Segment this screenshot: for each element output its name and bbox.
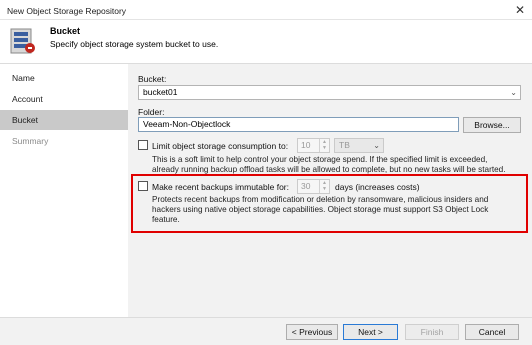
previous-button[interactable]: < Previous — [286, 324, 338, 340]
chevron-down-icon: ⌄ — [373, 141, 380, 150]
folder-label: Folder: — [138, 107, 165, 117]
folder-input[interactable]: Veeam-Non-Objectlock — [138, 117, 459, 132]
bucket-dropdown[interactable]: bucket01 ⌄ — [138, 85, 521, 100]
wizard-header: Bucket Specify object storage system buc… — [0, 20, 532, 64]
wizard-steps-sidebar: Name Account Bucket Summary — [0, 64, 128, 317]
sidebar-item-name[interactable]: Name — [0, 68, 128, 88]
close-icon[interactable]: ✕ — [512, 2, 528, 18]
limit-value: 10 — [301, 140, 311, 150]
chevron-down-icon: ⌄ — [510, 88, 517, 97]
sidebar-item-account[interactable]: Account — [0, 89, 128, 109]
finish-button: Finish — [405, 324, 459, 340]
window-title: New Object Storage Repository — [7, 6, 127, 16]
next-button[interactable]: Next > — [343, 324, 398, 340]
wizard-footer: < Previous Next > Finish Cancel — [0, 317, 532, 345]
sidebar-item-summary: Summary — [12, 136, 49, 146]
object-storage-repository-icon — [10, 28, 35, 54]
limit-value-stepper[interactable]: 10 ▲ ▼ — [297, 138, 330, 153]
bucket-label: Bucket: — [138, 74, 167, 84]
cancel-button[interactable]: Cancel — [465, 324, 519, 340]
page-subtitle: Specify object storage system bucket to … — [50, 39, 219, 49]
limit-unit: TB — [339, 140, 350, 150]
limit-consumption-label[interactable]: Limit object storage consumption to: — [152, 141, 288, 151]
bucket-value: bucket01 — [143, 87, 178, 97]
limit-description-line1: This is a soft limit to help control you… — [152, 155, 488, 164]
immutability-highlight-box — [131, 174, 528, 233]
limit-consumption-checkbox[interactable] — [138, 140, 148, 150]
browse-button[interactable]: Browse... — [463, 117, 521, 133]
limit-unit-dropdown[interactable]: TB ⌄ — [334, 138, 384, 153]
sidebar-item-bucket[interactable]: Bucket — [0, 110, 128, 130]
page-title: Bucket — [50, 26, 81, 36]
window-titlebar: New Object Storage Repository ✕ — [0, 0, 532, 20]
chevron-down-icon[interactable]: ▼ — [320, 145, 329, 151]
